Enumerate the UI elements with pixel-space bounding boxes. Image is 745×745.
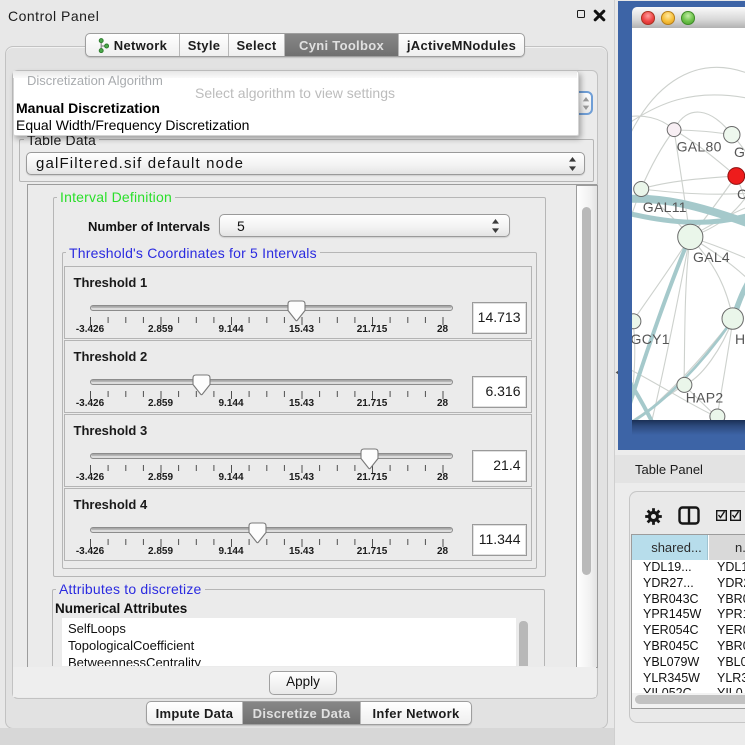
svg-text:GAL80: GAL80 (677, 138, 722, 154)
svg-text:GCY1: GCY1 (632, 331, 670, 347)
svg-text:GA: GA (734, 144, 745, 160)
svg-text:GAL11: GAL11 (643, 199, 687, 215)
svg-text:H: H (735, 331, 745, 347)
svg-text:C: C (737, 186, 745, 202)
svg-text:GAL4: GAL4 (693, 249, 730, 265)
svg-text:HAP2: HAP2 (686, 390, 724, 406)
